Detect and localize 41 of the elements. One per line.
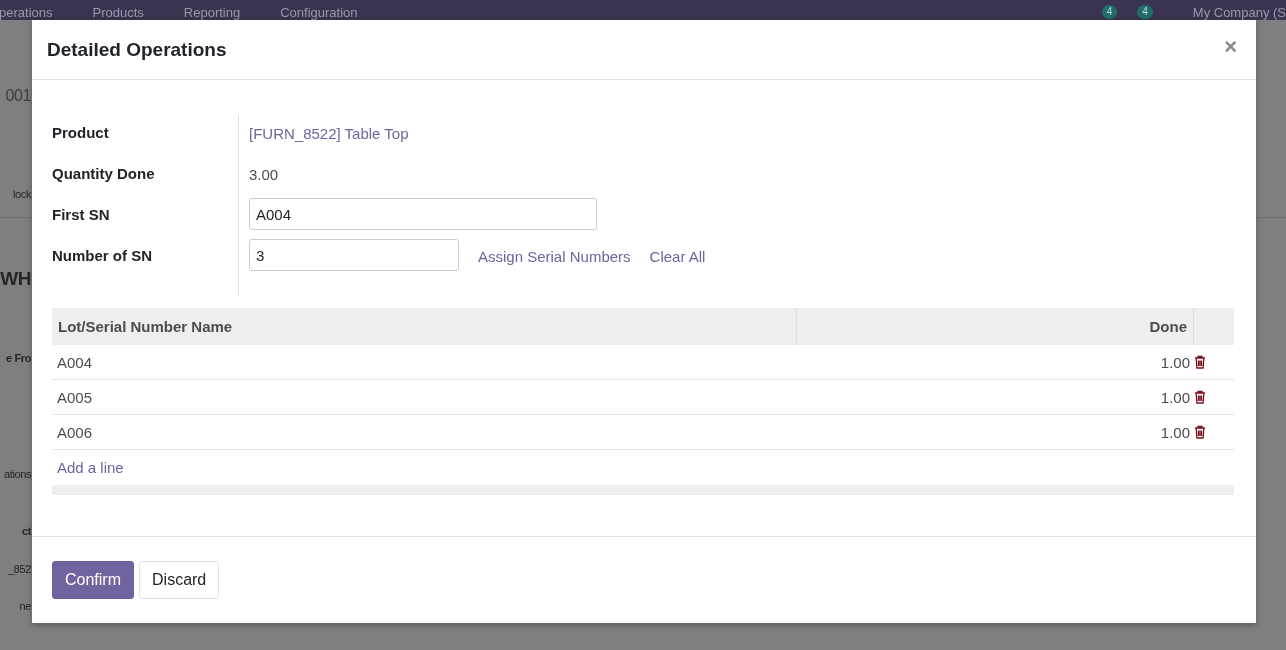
background-text: 001 [5, 87, 31, 105]
background-text: ne [19, 600, 31, 612]
background-text: lock [13, 188, 31, 200]
menu-item[interactable]: Products [92, 5, 144, 20]
background-text: ct [22, 525, 31, 537]
table-cell-text: A006 [56, 423, 94, 441]
count-badge: 4 [1137, 5, 1153, 19]
field-label: Number of SN [52, 247, 152, 265]
menu-item[interactable]: perations [0, 5, 53, 20]
column-header[interactable]: Done [797, 308, 1194, 345]
table-cell-text: 1.00 [1159, 353, 1191, 371]
add-line-link[interactable]: Add a line [57, 458, 124, 477]
count-badge: 4 [1101, 5, 1118, 19]
input-field[interactable]: 3 [249, 239, 459, 271]
close-button[interactable]: × [1220, 34, 1241, 60]
action-link[interactable]: Assign Serial Numbers [478, 248, 631, 266]
product-link[interactable]: [FURN_8522] Table Top [249, 125, 409, 143]
discard-button[interactable]: Discard [139, 561, 220, 599]
trash-icon[interactable] [1194, 425, 1206, 439]
column-header[interactable]: Lot/Serial Number Name [52, 308, 797, 345]
company-name[interactable]: My Company (S [1192, 5, 1286, 20]
field-label: Product [52, 124, 109, 142]
table-cell-text: A005 [56, 388, 94, 406]
menu-item[interactable]: Configuration [280, 5, 358, 20]
input-field[interactable]: A004 [249, 198, 597, 230]
field-label: First SN [52, 206, 110, 224]
table-cell-text: A004 [56, 353, 94, 371]
table-cell-text: 1.00 [1159, 388, 1191, 406]
menu-item[interactable]: Reporting [183, 5, 241, 20]
field-label: Quantity Done [52, 165, 155, 183]
confirm-button[interactable]: Confirm [52, 561, 134, 599]
trash-icon[interactable] [1194, 355, 1206, 369]
background-text: _852 [8, 563, 31, 575]
trash-icon[interactable] [1194, 390, 1206, 404]
action-link[interactable]: Clear All [649, 248, 706, 266]
background-text: ations [4, 468, 31, 480]
dialog-title: Detailed Operations [47, 38, 227, 61]
field-value: 3.00 [249, 166, 279, 184]
background-text: WH [0, 268, 31, 290]
background-text: e Fro [6, 352, 31, 364]
table-cell-text: 1.00 [1159, 423, 1191, 441]
